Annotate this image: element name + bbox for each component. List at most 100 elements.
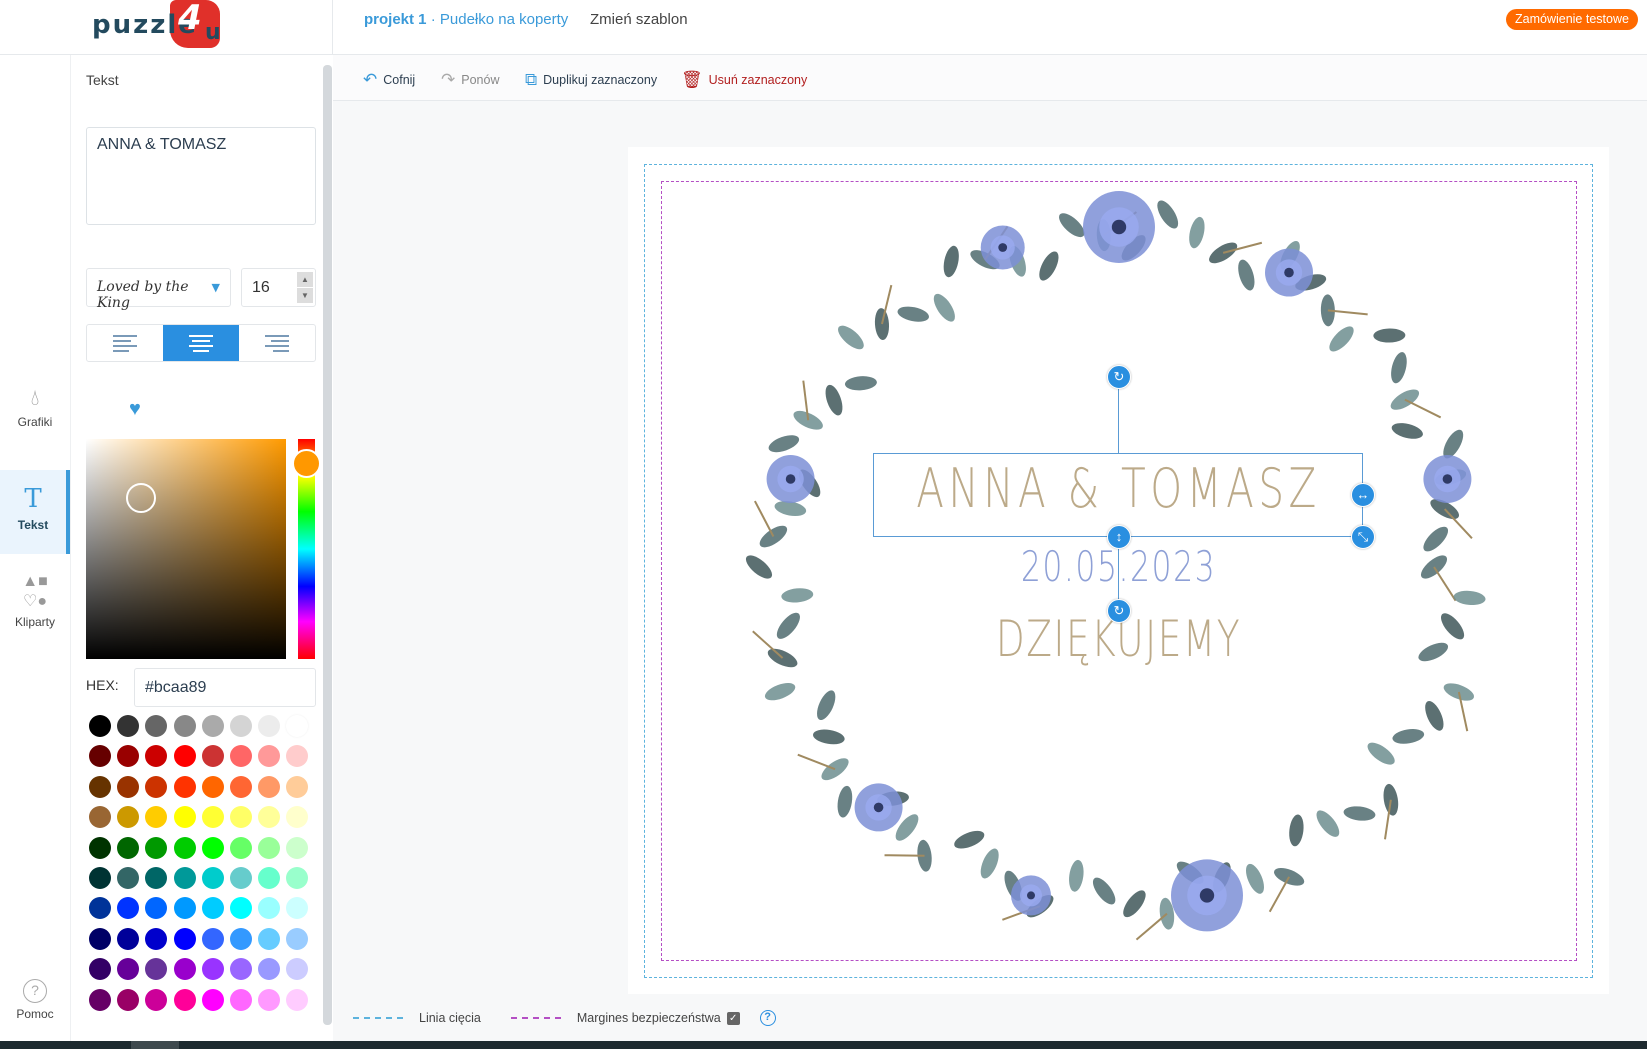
help-icon: ? (23, 979, 47, 1003)
align-left-icon (113, 334, 137, 352)
safety-margin-checkbox[interactable]: ✓ (726, 1011, 740, 1025)
legend: Linia cięcia Margines bezpieczeństwa ✓ ? (353, 1010, 776, 1026)
help-icon[interactable]: ? (759, 1010, 776, 1026)
color-swatch[interactable] (201, 958, 224, 981)
color-swatch[interactable] (258, 836, 281, 859)
color-swatch[interactable] (201, 715, 224, 737)
color-swatch[interactable] (89, 927, 111, 950)
change-template-link[interactable]: Zmień szablon (590, 11, 688, 28)
color-saturation-picker[interactable] (86, 439, 286, 659)
color-swatch[interactable] (117, 927, 140, 950)
increment-button[interactable]: ▲ (297, 272, 313, 287)
color-swatch[interactable] (258, 927, 281, 950)
color-swatch[interactable] (89, 715, 111, 737)
align-right-icon (265, 334, 289, 352)
color-swatch[interactable] (173, 836, 196, 859)
color-swatch[interactable] (201, 775, 224, 798)
color-swatch[interactable] (173, 927, 196, 950)
rotate-handle-icon[interactable]: ↻ (1107, 599, 1131, 623)
sidebar-item-kliparty[interactable]: ▲■ ♡● Kliparty (0, 573, 70, 629)
align-center-icon (189, 334, 213, 352)
shapes-icon: ▲■ ♡● (22, 573, 48, 610)
color-swatch[interactable] (89, 836, 111, 859)
hex-input[interactable]: #bcaa89 (134, 668, 316, 707)
scrollbar-thumb[interactable] (131, 1041, 179, 1049)
color-swatch[interactable] (258, 988, 281, 1011)
color-swatch[interactable] (173, 715, 196, 737)
color-swatch[interactable] (89, 988, 111, 1011)
resize-diagonal-handle-icon[interactable]: ⤡ (1351, 525, 1375, 549)
color-swatch[interactable] (286, 836, 309, 859)
font-size-stepper[interactable]: 16 ▲ ▼ (241, 268, 316, 307)
color-swatch[interactable] (201, 927, 224, 950)
resize-horizontal-handle-icon[interactable]: ↔ (1351, 483, 1375, 507)
color-swatch[interactable] (173, 867, 196, 889)
color-swatch[interactable] (173, 775, 196, 798)
drop-icon: 💧︎ (30, 385, 40, 410)
color-swatch[interactable] (230, 927, 252, 950)
color-swatch[interactable] (258, 775, 281, 798)
test-order-button[interactable]: Zamówienie testowe (1506, 9, 1638, 30)
duplicate-button[interactable]: ⧉ Duplikuj zaznaczony (525, 70, 657, 90)
project-name[interactable]: Pudełko na koperty (440, 11, 568, 28)
color-swatch[interactable] (173, 988, 196, 1011)
chevron-down-icon: ▼ (211, 281, 220, 294)
color-swatch[interactable] (117, 775, 140, 798)
color-swatch[interactable] (173, 745, 196, 768)
sidebar: 💧︎ Grafiki T Tekst ▲■ ♡● Kliparty ? Pomoc (0, 55, 70, 1041)
align-left-button[interactable] (87, 325, 163, 361)
color-swatch[interactable] (230, 988, 252, 1011)
font-select[interactable]: Loved by the King ▼ (86, 268, 231, 311)
color-swatch[interactable] (173, 806, 196, 829)
sidebar-item-tekst[interactable]: T Tekst (0, 470, 70, 554)
hue-slider-handle[interactable] (292, 449, 321, 478)
resize-vertical-handle-icon[interactable]: ↕ (1107, 525, 1131, 549)
rotate-handle-icon[interactable]: ↻ (1107, 365, 1131, 389)
project-label[interactable]: projekt 1 (364, 11, 427, 28)
align-center-button[interactable] (163, 325, 239, 361)
sidebar-item-pomoc[interactable]: ? Pomoc (0, 979, 70, 1021)
toolbar: ↶ Cofnij ↷ Ponów ⧉ Duplikuj zaznaczony 🗑︎ Us… (333, 55, 1647, 101)
color-swatch[interactable] (117, 836, 140, 859)
color-swatch[interactable] (173, 897, 196, 920)
cut-line-swatch (353, 1017, 403, 1019)
panel-title: Tekst (86, 72, 119, 88)
trash-icon: 🗑︎ (681, 70, 703, 89)
color-swatch[interactable] (201, 836, 224, 859)
horizontal-scrollbar (0, 1041, 1647, 1049)
color-swatch[interactable] (230, 867, 252, 889)
color-swatch[interactable] (89, 867, 111, 889)
heart-icon[interactable]: ♥ (129, 398, 141, 421)
color-swatch[interactable] (201, 806, 224, 829)
color-swatch[interactable] (89, 775, 111, 798)
color-swatch[interactable] (145, 988, 168, 1011)
redo-button[interactable]: ↷ Ponów (441, 70, 499, 90)
decrement-button[interactable]: ▼ (297, 288, 313, 303)
panel-scrollbar[interactable] (323, 65, 332, 1025)
text-content-input[interactable] (86, 127, 316, 225)
color-swatch[interactable] (286, 988, 309, 1011)
redo-icon: ↷ (441, 70, 456, 89)
margin-line-swatch (510, 1017, 561, 1019)
color-swatch[interactable] (117, 988, 140, 1011)
hex-label: HEX: (86, 677, 119, 693)
color-swatch[interactable] (173, 958, 196, 981)
logo[interactable]: puzzle 4 u (0, 0, 333, 55)
color-swatch[interactable] (145, 836, 168, 859)
rotate-connector (1118, 388, 1119, 453)
breadcrumb: projekt 1 · Pudełko na koperty (364, 11, 569, 28)
color-swatch[interactable] (230, 715, 252, 737)
alignment-group (86, 324, 316, 362)
copy-icon: ⧉ (525, 70, 538, 89)
delete-button[interactable]: 🗑︎ Usuń zaznaczony (681, 70, 807, 90)
color-swatch[interactable] (230, 836, 252, 859)
color-swatch[interactable] (201, 867, 224, 889)
undo-icon: ↶ (363, 70, 378, 89)
undo-button[interactable]: ↶ Cofnij (363, 70, 415, 90)
sidebar-item-grafiki[interactable]: 💧︎ Grafiki (0, 385, 70, 429)
align-right-button[interactable] (239, 325, 315, 361)
color-swatch[interactable] (201, 988, 224, 1011)
color-swatch[interactable] (230, 775, 252, 798)
color-picker-handle[interactable] (126, 483, 156, 513)
text-icon: T (24, 484, 42, 514)
